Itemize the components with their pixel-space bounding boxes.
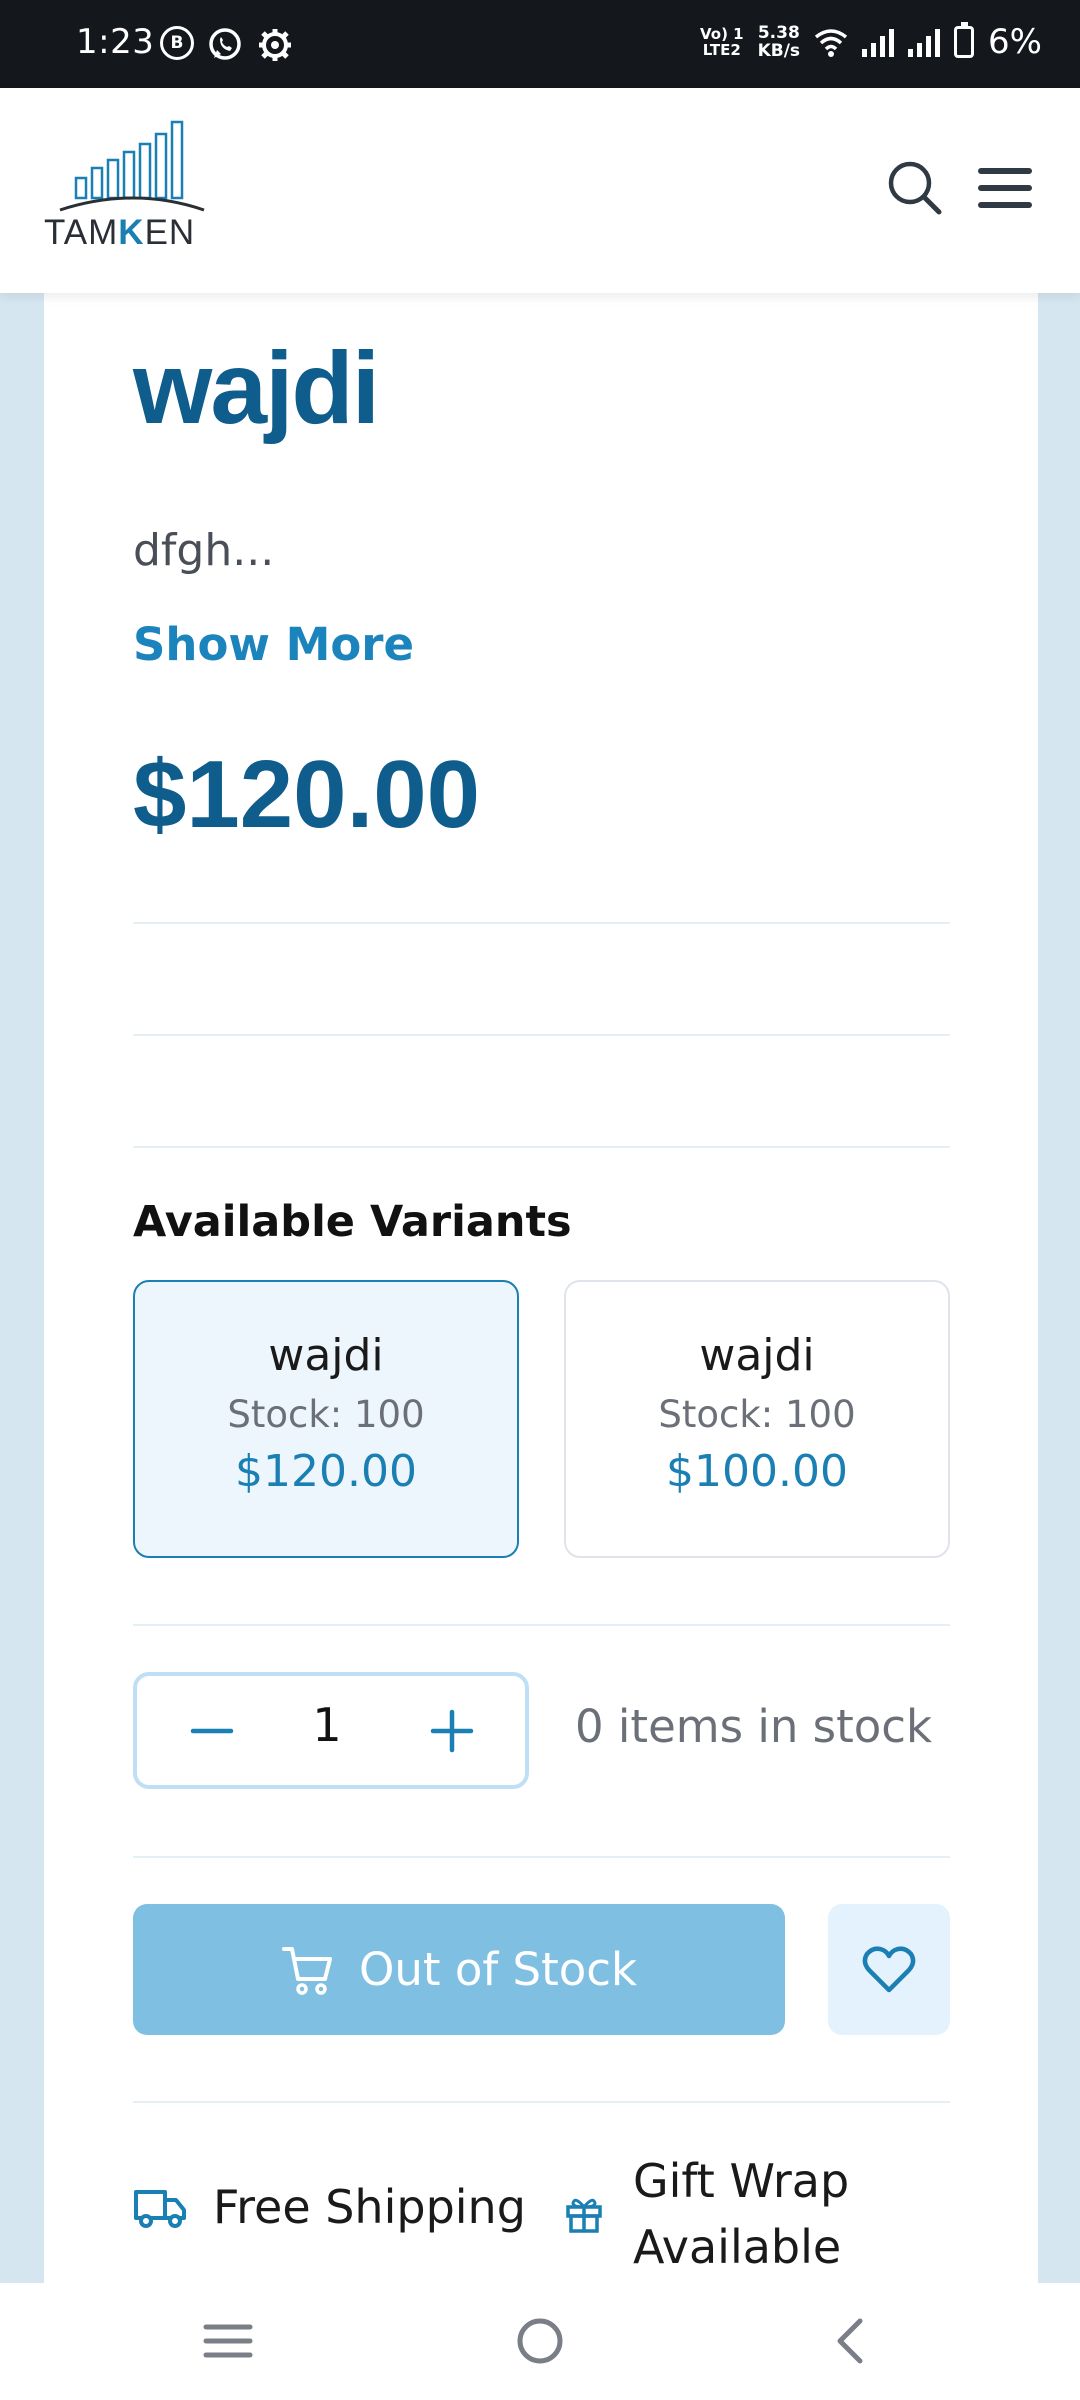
gift-icon — [566, 2198, 602, 2233]
home-icon[interactable] — [510, 2311, 570, 2371]
out-of-stock-button[interactable]: Out of Stock — [133, 1904, 785, 2035]
show-more-link[interactable]: Show More — [133, 618, 414, 671]
divider — [133, 1034, 950, 1036]
battery-percent: 6% — [988, 22, 1042, 62]
app-header: TAMKEN — [0, 88, 1080, 293]
system-nav-bar — [0, 2283, 1080, 2400]
variants-heading: Available Variants — [133, 1197, 572, 1247]
whatsapp-icon — [209, 28, 241, 60]
product-price: $120.00 — [133, 741, 481, 848]
product-description: dfgh... — [133, 525, 275, 576]
quantity-value[interactable]: 1 — [287, 1698, 367, 1752]
free-shipping-feature: Free Shipping — [133, 2180, 526, 2234]
settings-icon — [259, 29, 291, 61]
variant-option-2[interactable]: wajdi Stock: 100 $100.00 — [564, 1280, 950, 1558]
out-of-stock-label: Out of Stock — [358, 1943, 638, 1996]
status-time: 1:23 — [76, 22, 155, 62]
status-bar: 1:23 B Vo) 1 LTE2 5.38 KB/s 6% — [0, 0, 1080, 88]
truck-icon — [134, 2190, 186, 2228]
logo-text: TAMKEN — [44, 213, 196, 252]
variant-stock: Stock: 100 — [227, 1393, 425, 1436]
gift-wrap-label: Gift Wrap Available — [633, 2154, 850, 2274]
divider — [133, 922, 950, 924]
product-title: wajdi — [133, 331, 380, 445]
wifi-icon — [814, 29, 848, 57]
variant-price: $120.00 — [235, 1446, 417, 1497]
signal-icon-2 — [908, 27, 941, 57]
variant-stock: Stock: 100 — [658, 1393, 856, 1436]
battery-icon — [954, 22, 975, 58]
hamburger-menu-icon[interactable] — [975, 163, 1035, 213]
minus-icon[interactable] — [187, 1706, 237, 1756]
wishlist-button[interactable] — [828, 1904, 950, 2035]
search-icon[interactable] — [885, 158, 945, 218]
plus-icon[interactable] — [427, 1706, 477, 1756]
signal-icon — [862, 27, 895, 57]
b-icon: B — [160, 26, 194, 60]
quantity-stepper: 1 — [133, 1672, 529, 1789]
variant-name: wajdi — [699, 1330, 815, 1381]
stock-status: 0 items in stock — [575, 1700, 933, 1753]
divider — [133, 2101, 950, 2103]
variant-name: wajdi — [268, 1330, 384, 1381]
divider — [133, 1856, 950, 1858]
volte-indicator: Vo) 1 LTE2 — [699, 25, 744, 59]
heart-icon — [862, 1945, 916, 1992]
variant-price: $100.00 — [666, 1446, 848, 1497]
back-icon[interactable] — [820, 2311, 880, 2371]
divider — [133, 1146, 950, 1148]
variant-option-1[interactable]: wajdi Stock: 100 $120.00 — [133, 1280, 519, 1558]
network-speed: 5.38 KB/s — [757, 23, 801, 61]
logo-graphic — [59, 120, 205, 212]
free-shipping-label: Free Shipping — [213, 2180, 526, 2234]
gift-wrap-feature: Gift Wrap Available — [565, 2148, 853, 2280]
divider — [133, 1624, 950, 1626]
tamken-logo[interactable]: TAMKEN — [44, 118, 224, 258]
cart-icon — [281, 1946, 332, 1995]
recent-apps-icon[interactable] — [198, 2311, 258, 2371]
